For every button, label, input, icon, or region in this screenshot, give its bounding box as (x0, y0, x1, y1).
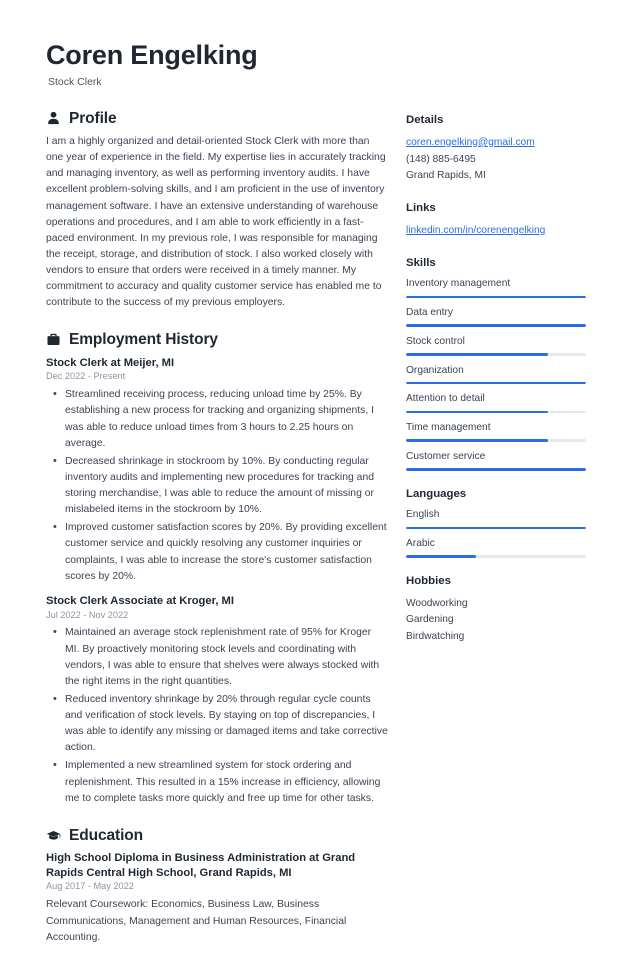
sidebar-block-hobbies: Hobbies Woodworking Gardening Birdwatchi… (406, 575, 586, 645)
skill-item: Attention to detail (406, 392, 586, 414)
employment-entry-title: Stock Clerk Associate at Kroger, MI (46, 594, 234, 607)
skill-bar-track (406, 468, 586, 471)
skill-label: Attention to detail (406, 393, 485, 405)
section-profile: Profile I am a highly organized and deta… (46, 110, 388, 311)
list-item: Implemented a new streamlined system for… (53, 757, 388, 806)
section-header-employment: Employment History (46, 331, 388, 348)
employment-entry-title: Stock Clerk at Meijer, MI (46, 356, 175, 369)
language-bar-track (406, 526, 586, 530)
skill-bar-fill (406, 353, 549, 356)
list-item: Reduced inventory shrinkage by 20% throu… (53, 691, 388, 757)
skill-bar-track (406, 410, 586, 414)
hobby-item: Birdwatching (406, 630, 465, 642)
skill-bar-fill (406, 410, 549, 414)
graduation-cap-icon (46, 828, 61, 843)
sidebar-block-languages: Languages English Arabic (406, 488, 586, 558)
section-title-education: Education (69, 826, 144, 844)
sidebar-title-hobbies: Hobbies (406, 574, 451, 587)
skill-bar-track (406, 324, 586, 327)
language-bar-fill (406, 555, 477, 558)
skill-bar-track (406, 353, 586, 356)
skill-item: Data entry (406, 306, 586, 327)
section-education: Education High School Diploma in Busines… (46, 827, 388, 946)
education-entry-date: Aug 2017 - May 2022 (46, 881, 134, 892)
language-bar-fill (406, 526, 586, 530)
section-header-profile: Profile (46, 110, 388, 127)
employment-entry: Stock Clerk Associate at Kroger, MI Jul … (46, 594, 388, 807)
linkedin-link[interactable]: linkedin.com/in/corenengelking (406, 223, 586, 240)
sidebar-column: Details coren.engelking@gmail.com (148) … (406, 110, 586, 662)
sidebar-title-links: Links (406, 202, 436, 215)
language-label: English (406, 509, 440, 521)
main-column: Profile I am a highly organized and deta… (46, 110, 406, 962)
language-item: Arabic (406, 537, 586, 558)
section-employment-history: Employment History Stock Clerk at Meijer… (46, 331, 388, 806)
sidebar-block-skills: Skills Inventory management Data entry S… (406, 257, 586, 471)
skill-bar-track (406, 381, 586, 385)
employment-entry-bullets: Streamlined receiving process, reducing … (46, 386, 388, 585)
resume-header: Coren Engelking Stock Clerk (0, 0, 640, 88)
education-entry: High School Diploma in Business Administ… (46, 851, 388, 946)
sidebar-title-details: Details (406, 114, 444, 127)
hobby-item: Woodworking (406, 597, 468, 609)
employment-entry-list: Stock Clerk at Meijer, MI Dec 2022 - Pre… (46, 356, 388, 807)
list-item: Decreased shrinkage in stockroom by 10%.… (53, 453, 388, 519)
profile-text: I am a highly organized and detail-orien… (46, 136, 386, 309)
language-item: English (406, 508, 586, 530)
location: Grand Rapids, MI (406, 170, 486, 182)
candidate-name: Coren Engelking (46, 40, 258, 70)
skill-label: Organization (406, 364, 464, 376)
sidebar-title-languages: Languages (406, 487, 467, 500)
language-bar-track (406, 555, 586, 558)
user-icon (46, 111, 61, 126)
hobby-item: Gardening (406, 614, 454, 626)
skill-item: Customer service (406, 450, 586, 471)
list-item: Improved customer satisfaction scores by… (53, 519, 388, 585)
skill-item: Inventory management (406, 277, 586, 299)
skill-item: Stock control (406, 335, 586, 356)
resume-body: Profile I am a highly organized and deta… (0, 110, 640, 962)
employment-entry: Stock Clerk at Meijer, MI Dec 2022 - Pre… (46, 356, 388, 585)
skill-label: Customer service (406, 450, 486, 462)
sidebar-title-skills: Skills (406, 256, 436, 269)
section-header-education: Education (46, 827, 388, 844)
education-entry-title: High School Diploma in Business Administ… (46, 851, 356, 879)
skill-label: Stock control (406, 335, 465, 347)
resume-page: Coren Engelking Stock Clerk Profile I am… (0, 0, 640, 943)
sidebar-block-details: Details coren.engelking@gmail.com (148) … (406, 114, 586, 185)
skill-bar-track (406, 439, 586, 442)
section-title-employment: Employment History (69, 331, 218, 349)
employment-entry-date: Jul 2022 - Nov 2022 (46, 609, 129, 620)
employment-entry-date: Dec 2022 - Present (46, 371, 126, 382)
language-label: Arabic (406, 538, 435, 550)
section-title-profile: Profile (69, 110, 117, 128)
candidate-job-title: Stock Clerk (48, 76, 102, 89)
email-link[interactable]: coren.engelking@gmail.com (406, 135, 586, 152)
skill-item: Time management (406, 421, 586, 442)
list-item: Maintained an average stock replenishmen… (53, 624, 388, 690)
skill-bar-track (406, 295, 586, 299)
employment-entry-bullets: Maintained an average stock replenishmen… (46, 624, 388, 806)
skill-item: Organization (406, 364, 586, 385)
skill-bar-fill (406, 381, 586, 385)
skill-bar-fill (406, 468, 586, 471)
skill-label: Time management (406, 422, 491, 434)
skill-label: Data entry (406, 307, 453, 319)
sidebar-block-links: Links linkedin.com/in/corenengelking (406, 202, 586, 240)
skill-bar-fill (406, 295, 586, 299)
phone-number: (148) 885-6495 (406, 153, 476, 165)
list-item: Streamlined receiving process, reducing … (53, 386, 388, 452)
skill-bar-fill (406, 439, 549, 442)
skill-bar-fill (406, 324, 586, 327)
briefcase-icon (46, 332, 61, 347)
skill-label: Inventory management (406, 278, 511, 290)
